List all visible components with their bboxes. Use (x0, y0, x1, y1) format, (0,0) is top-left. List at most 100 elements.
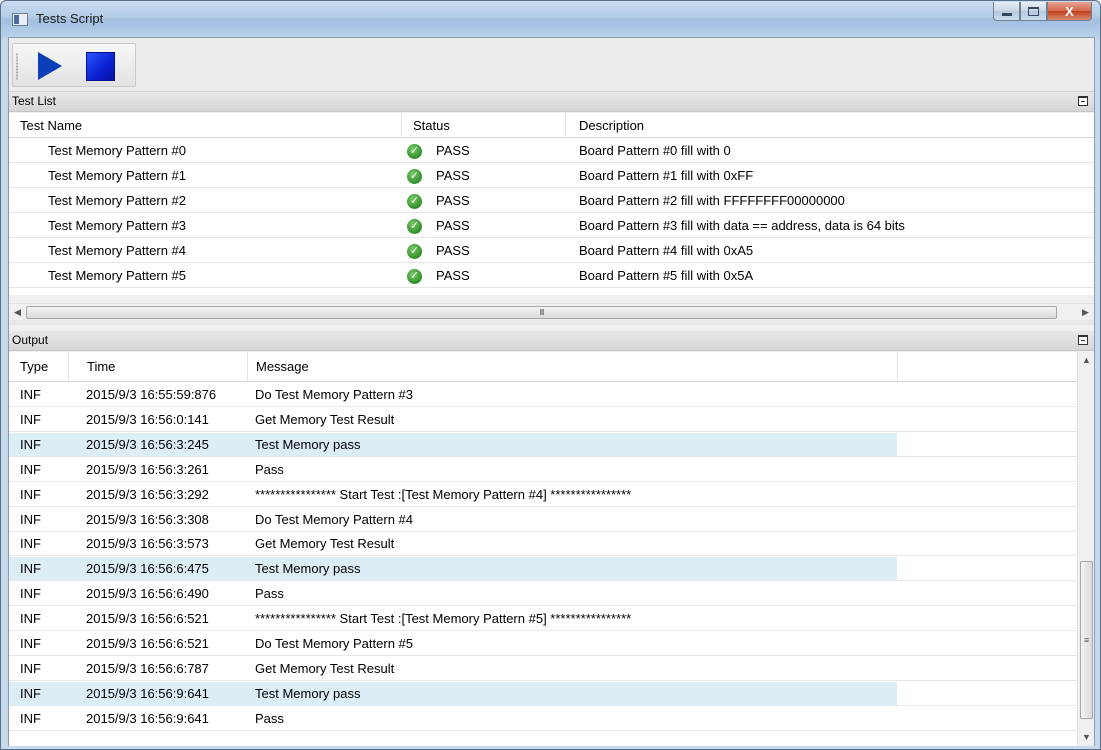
maximize-button[interactable] (1020, 2, 1047, 21)
minimize-icon (1001, 12, 1012, 16)
description-cell: Board Pattern #4 fill with 0xA5 (579, 243, 754, 258)
list-item[interactable]: INF 2015/9/3 16:56:9:641 Pass (9, 707, 1077, 731)
play-icon (38, 52, 62, 80)
table-row[interactable]: Test Memory Pattern #2 ✓ PASS Board Pattern… (9, 189, 1094, 213)
stop-button[interactable] (86, 52, 115, 81)
log-message-cell: Do Test Memory Pattern #4 (255, 511, 413, 527)
test-list-header: Test List (9, 92, 1094, 112)
log-message-cell: Pass (255, 461, 284, 477)
status-cell: PASS (436, 268, 470, 283)
log-time-cell: 2015/9/3 16:56:3:573 (86, 536, 209, 552)
list-item[interactable]: INF 2015/9/3 16:56:3:308 Do Test Memory Pa… (9, 508, 1077, 532)
log-type-cell: INF (20, 486, 41, 502)
window-controls: X (993, 2, 1092, 21)
output-header-row: Type Time Message (9, 352, 1077, 382)
run-button[interactable] (35, 51, 65, 81)
title-bar[interactable]: Tests Script X (1, 1, 1100, 37)
toolbar (9, 38, 1094, 92)
toolbar-strip (12, 43, 136, 87)
log-message-cell: Do Test Memory Pattern #5 (255, 636, 413, 651)
list-item[interactable]: INF 2015/9/3 16:56:3:245 Test Memory pass (9, 432, 1077, 457)
app-icon (12, 13, 28, 26)
log-time-cell: 2015/9/3 16:56:6:787 (86, 660, 209, 676)
column-description[interactable]: Description (566, 113, 1094, 138)
panel-splitter[interactable] (9, 320, 1094, 325)
table-row[interactable]: Test Memory Pattern #0 ✓ PASS Board Pattern… (9, 139, 1094, 163)
list-item[interactable]: INF 2015/9/3 16:55:59:876 Do Test Memory P… (9, 383, 1077, 407)
pass-check-icon: ✓ (407, 144, 422, 159)
list-item[interactable]: INF 2015/9/3 16:56:6:521 **************** … (9, 607, 1077, 632)
column-status[interactable]: Status (402, 113, 566, 138)
list-item[interactable]: INF 2015/9/3 16:56:6:475 Test Memory pass (9, 557, 1077, 582)
test-name-cell: Test Memory Pattern #3 (48, 218, 186, 233)
scroll-right-icon[interactable]: ▶ (1077, 304, 1094, 321)
output-log-table: Type Time Message INF 2015/9/3 16:55:59:8… (9, 352, 1077, 746)
log-message-cell: Test Memory pass (255, 436, 361, 452)
hscroll-thumb[interactable]: III (26, 306, 1057, 319)
scroll-down-icon[interactable]: ▼ (1078, 729, 1095, 746)
log-message-cell: **************** Start Test :[Test Memor… (255, 611, 632, 627)
log-type-cell: INF (20, 636, 41, 651)
scroll-up-icon[interactable]: ▲ (1078, 352, 1095, 369)
column-type[interactable]: Type (9, 352, 69, 382)
log-message-cell: Pass (255, 710, 284, 726)
status-cell: PASS (436, 243, 470, 258)
log-time-cell: 2015/9/3 16:56:6:490 (86, 586, 209, 602)
column-message[interactable]: Message (248, 352, 898, 382)
log-type-cell: INF (20, 436, 41, 452)
log-time-cell: 2015/9/3 16:56:9:641 (86, 685, 209, 701)
list-item[interactable]: INF 2015/9/3 16:56:6:787 Get Memory Test R… (9, 657, 1077, 681)
log-time-cell: 2015/9/3 16:56:6:475 (86, 561, 209, 577)
status-cell: PASS (436, 218, 470, 233)
log-type-cell: INF (20, 461, 41, 477)
toolbar-grip-icon[interactable] (16, 53, 18, 80)
output-vscrollbar[interactable]: ▲ ≡ ▼ (1077, 352, 1094, 746)
description-cell: Board Pattern #2 fill with FFFFFFFF00000… (579, 193, 845, 208)
grip-icon: III (539, 308, 545, 317)
close-button[interactable]: X (1047, 2, 1092, 21)
pin-icon[interactable] (1078, 335, 1088, 345)
log-time-cell: 2015/9/3 16:56:9:641 (86, 710, 209, 726)
list-item[interactable]: INF 2015/9/3 16:56:3:261 Pass (9, 458, 1077, 482)
list-item[interactable]: INF 2015/9/3 16:56:0:141 Get Memory Test R… (9, 408, 1077, 432)
pin-icon[interactable] (1078, 96, 1088, 106)
close-icon: X (1065, 3, 1074, 19)
output-title: Output (12, 333, 49, 347)
app-window: Tests Script X Test List Test Name Statu… (0, 0, 1101, 750)
log-time-cell: 2015/9/3 16:56:3:308 (86, 511, 209, 527)
log-type-cell: INF (20, 611, 41, 627)
status-cell: PASS (436, 193, 470, 208)
vscroll-thumb[interactable]: ≡ (1080, 561, 1093, 719)
list-item[interactable]: INF 2015/9/3 16:56:3:292 **************** … (9, 483, 1077, 507)
client-area: Test List Test Name Status Description T… (8, 37, 1095, 746)
table-row[interactable]: Test Memory Pattern #4 ✓ PASS Board Pattern… (9, 239, 1094, 263)
list-item[interactable]: INF 2015/9/3 16:56:3:573 Get Memory Test R… (9, 532, 1077, 557)
description-cell: Board Pattern #3 fill with data == addre… (579, 218, 905, 233)
column-time[interactable]: Time (69, 352, 248, 382)
log-type-cell: INF (20, 685, 41, 701)
log-type-cell: INF (20, 586, 41, 602)
column-test-name[interactable]: Test Name (9, 113, 402, 138)
table-row[interactable]: Test Memory Pattern #5 ✓ PASS Board Pattern… (9, 264, 1094, 288)
table-row[interactable]: Test Memory Pattern #1 ✓ PASS Board Pattern… (9, 164, 1094, 188)
test-list-table: Test Name Status Description Test Memory… (9, 113, 1094, 295)
status-cell: PASS (436, 143, 470, 158)
test-name-cell: Test Memory Pattern #5 (48, 268, 186, 283)
log-type-cell: INF (20, 387, 41, 402)
log-time-cell: 2015/9/3 16:56:6:521 (86, 636, 209, 651)
pass-check-icon: ✓ (407, 269, 422, 284)
minimize-button[interactable] (993, 2, 1020, 21)
list-item[interactable]: INF 2015/9/3 16:56:9:641 Test Memory pass (9, 681, 1077, 706)
log-type-cell: INF (20, 660, 41, 676)
test-list-hscrollbar[interactable]: ◀ III ▶ (9, 303, 1094, 320)
test-name-cell: Test Memory Pattern #4 (48, 243, 186, 258)
pass-check-icon: ✓ (407, 219, 422, 234)
pass-check-icon: ✓ (407, 194, 422, 209)
table-row[interactable]: Test Memory Pattern #3 ✓ PASS Board Pattern… (9, 214, 1094, 238)
list-item[interactable]: INF 2015/9/3 16:56:6:521 Do Test Memory Pa… (9, 632, 1077, 656)
grip-icon: ≡ (1083, 635, 1090, 645)
pass-check-icon: ✓ (407, 169, 422, 184)
scroll-left-icon[interactable]: ◀ (9, 304, 26, 321)
list-item[interactable]: INF 2015/9/3 16:56:6:490 Pass (9, 582, 1077, 607)
output-header: Output (9, 331, 1094, 351)
